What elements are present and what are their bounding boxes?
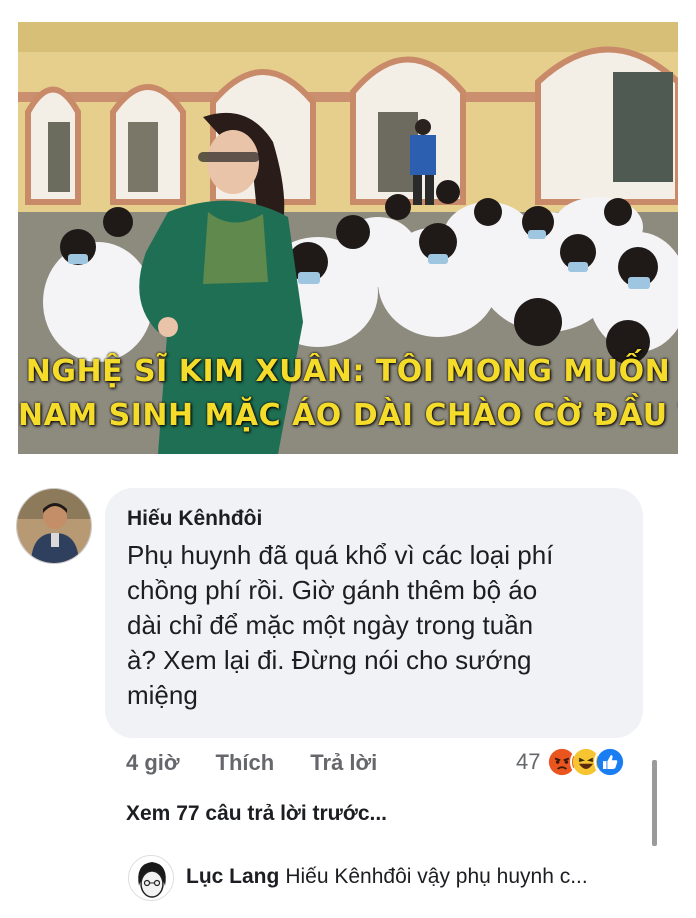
reply-preview[interactable]: Lục Lang Hiếu Kênhđôi vậy phụ huynh c... (186, 865, 588, 889)
headline-line-1: NGHỆ SĨ KIM XUÂN: TÔI MONG MUỐN (25, 354, 671, 389)
avatar-image (17, 489, 91, 563)
comment-bubble: Hiếu Kênhđôi Phụ huynh đã quá khổ vì các… (105, 488, 643, 738)
comment-line: chồng phí rồi. Giờ gánh thêm bộ áo (127, 575, 538, 605)
headline: NGHỆ SĨ KIM XUÂN: TÔI MONG MUỐN NAM SINH… (18, 350, 678, 438)
like-button[interactable]: Thích (216, 750, 275, 776)
scrollbar[interactable] (652, 760, 657, 846)
comment-line: miệng (127, 680, 198, 710)
comment-line: à? Xem lại đi. Đừng nói cho sướng (127, 645, 532, 675)
comment-time[interactable]: 4 giờ (126, 750, 180, 776)
reply-button[interactable]: Trả lời (310, 750, 377, 776)
headline-line-2: NAM SINH MẶC ÁO DÀI CHÀO CỜ ĐẦU TUẦN (18, 398, 678, 433)
news-photo[interactable]: NGHỆ SĨ KIM XUÂN: TÔI MONG MUỐN NAM SINH… (18, 22, 678, 454)
comment-line: dài chỉ để mặc một ngày trong tuần (127, 610, 534, 640)
comment-text: Phụ huynh đã quá khổ vì các loại phí chồ… (127, 538, 621, 713)
comment-line: Phụ huynh đã quá khổ vì các loại phí (127, 540, 554, 570)
facebook-comment-screenshot: NGHỆ SĨ KIM XUÂN: TÔI MONG MUỐN NAM SINH… (0, 0, 696, 918)
comment-author[interactable]: Hiếu Kênhđôi (127, 506, 621, 532)
comment-actions: 4 giờ Thích Trả lời (126, 746, 413, 780)
reaction-summary[interactable]: 47 (516, 744, 627, 780)
reply-text: Hiếu Kênhđôi vậy phụ huynh c... (285, 865, 588, 888)
reply-avatar-image (129, 856, 173, 900)
reply-author[interactable]: Lục Lang (186, 865, 279, 888)
like-emoji-icon (594, 746, 627, 778)
commenter-avatar[interactable] (16, 488, 92, 564)
view-previous-replies-link[interactable]: Xem 77 câu trả lời trước... (126, 802, 387, 826)
reaction-count: 47 (516, 749, 541, 774)
reply-author-avatar[interactable] (128, 855, 174, 901)
